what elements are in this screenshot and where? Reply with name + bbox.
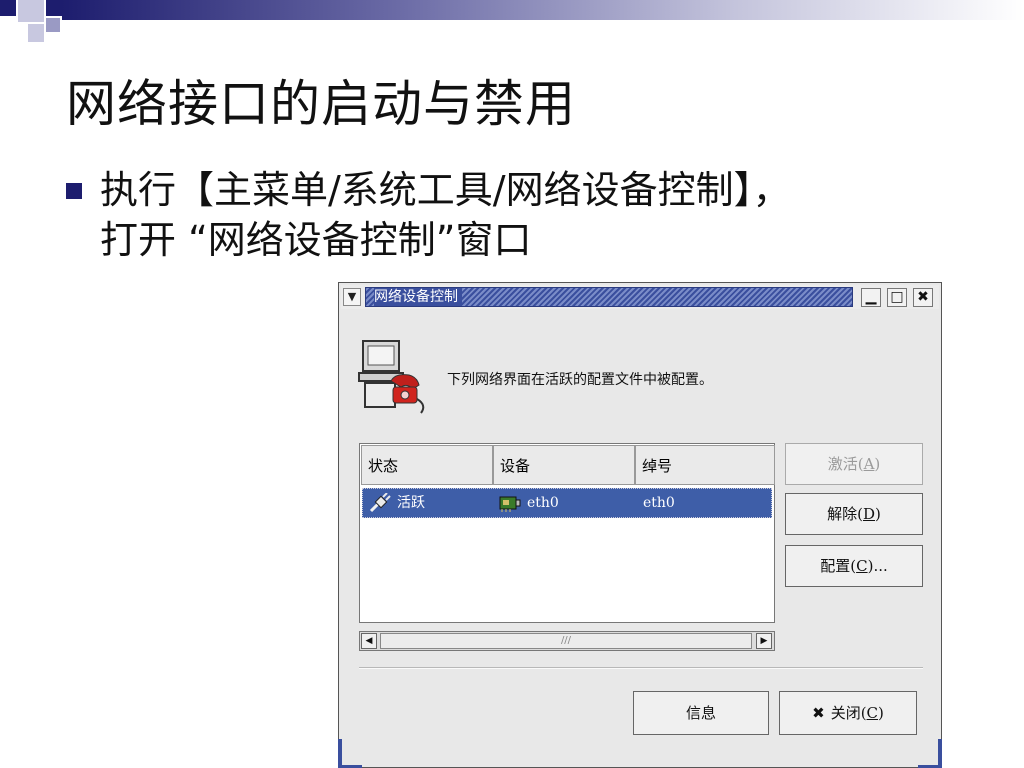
column-header-device[interactable]: 设备 — [493, 445, 635, 485]
plug-icon — [369, 493, 391, 513]
bullet-text: 执行【主菜单/系统工具/网络设备控制】， 打开 “网络设备控制”窗口 — [100, 165, 1000, 265]
column-header-nickname[interactable]: 绰号 — [635, 445, 775, 485]
info-message: 下列网络界面在活跃的配置文件中被配置。 — [447, 372, 713, 388]
title-strip: 网络设备控制 — [365, 287, 853, 307]
deactivate-label: 解除( — [827, 505, 863, 523]
maximize-button[interactable]: □ — [887, 288, 907, 307]
deactivate-mnemonic: D — [862, 505, 876, 523]
slide-title: 网络接口的启动与禁用 — [66, 75, 576, 133]
window-title: 网络设备控制 — [374, 288, 462, 306]
maximize-icon: □ — [890, 289, 904, 305]
network-device-control-window: ▼ 网络设备控制 ▁ □ ✖ 下列网络界面在活跃的配置文件中被配置。 状态 设备… — [338, 282, 942, 768]
network-card-icon — [499, 496, 521, 512]
window-corner-left — [338, 739, 362, 768]
configure-label-end: )... — [867, 557, 888, 575]
table-header: 状态 设备 绰号 — [361, 445, 775, 485]
info-button[interactable]: 信息 — [633, 691, 769, 735]
device-label: eth0 — [527, 495, 559, 511]
deactivate-label-end: ) — [875, 505, 881, 523]
configure-label: 配置( — [820, 557, 857, 575]
device-table: 状态 设备 绰号 活跃 eth0 eth0 — [359, 443, 775, 623]
scroll-right-button[interactable]: ▶ — [756, 633, 772, 649]
status-label: 活跃 — [397, 495, 425, 511]
activate-button[interactable]: 激活(A) — [785, 443, 923, 485]
activate-mnemonic: A — [863, 455, 875, 473]
bullet-line-2: 打开 “网络设备控制”窗口 — [100, 218, 532, 262]
minimize-icon: ▁ — [865, 289, 877, 305]
cell-device: eth0 — [499, 489, 559, 517]
arrow-right-icon: ▶ — [760, 636, 768, 646]
bullet-marker — [66, 183, 82, 199]
close-label: 关闭( — [830, 704, 867, 722]
arrow-left-icon: ◀ — [365, 636, 373, 646]
cell-nickname: eth0 — [643, 495, 675, 511]
minimize-button[interactable]: ▁ — [861, 288, 881, 307]
column-header-status[interactable]: 状态 — [361, 445, 493, 485]
configure-mnemonic: C — [856, 557, 868, 575]
cell-status: 活跃 — [369, 489, 425, 517]
configure-button[interactable]: 配置(C)... — [785, 545, 923, 587]
slide-top-band — [62, 0, 1024, 20]
close-button[interactable]: ✖ 关闭(C) — [779, 691, 917, 735]
menu-chevron-icon: ▼ — [347, 290, 357, 303]
close-window-button[interactable]: ✖ — [913, 288, 933, 307]
title-bar[interactable]: ▼ 网络设备控制 ▁ □ ✖ — [341, 285, 939, 309]
window-corner-right — [918, 739, 942, 768]
separator — [359, 667, 923, 669]
bullet-line-1: 执行【主菜单/系统工具/网络设备控制】， — [100, 168, 791, 212]
table-row[interactable]: 活跃 eth0 eth0 — [362, 488, 772, 518]
deactivate-button[interactable]: 解除(D) — [785, 493, 923, 535]
close-x-icon: ✖ — [812, 704, 825, 722]
horizontal-scrollbar[interactable]: ◀ /// ▶ — [359, 631, 775, 651]
activate-label: 激活( — [827, 455, 864, 473]
close-icon: ✖ — [917, 289, 929, 305]
activate-label-end: ) — [874, 455, 881, 473]
close-mnemonic: C — [866, 704, 879, 722]
computer-phone-icon — [358, 340, 425, 414]
close-label-end: ) — [878, 704, 884, 722]
scroll-left-button[interactable]: ◀ — [361, 633, 377, 649]
window-menu-button[interactable]: ▼ — [343, 288, 361, 306]
scroll-thumb[interactable]: /// — [380, 633, 752, 649]
